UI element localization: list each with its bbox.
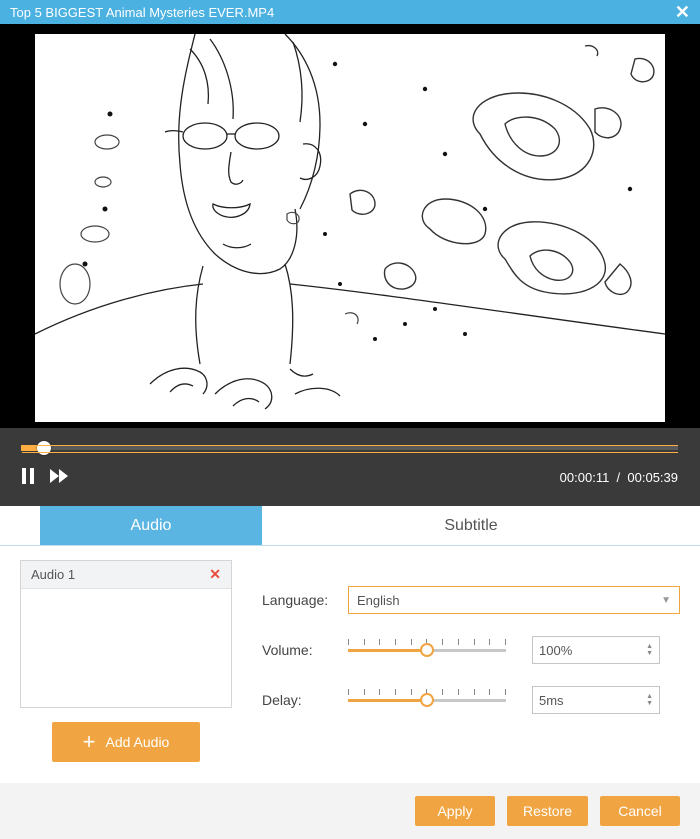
language-select[interactable]: English ▼ bbox=[348, 586, 680, 614]
audio-panel: Audio 1 ✕ + Add Audio Language: English … bbox=[0, 546, 700, 783]
delay-value: 5ms bbox=[539, 693, 564, 708]
volume-label: Volume: bbox=[262, 642, 348, 658]
tab-audio[interactable]: Audio bbox=[40, 506, 262, 545]
delay-slider[interactable] bbox=[348, 690, 506, 710]
pause-icon[interactable] bbox=[22, 468, 36, 487]
action-bar: Apply Restore Cancel bbox=[0, 783, 700, 839]
tab-label: Audio bbox=[131, 517, 172, 535]
close-icon[interactable]: ✕ bbox=[675, 3, 690, 21]
delay-input[interactable]: 5ms ▲▼ bbox=[532, 686, 660, 714]
title-bar: Top 5 BIGGEST Animal Mysteries EVER.MP4 … bbox=[0, 0, 700, 24]
playback-controls: 00:00:11 / 00:05:39 bbox=[0, 428, 700, 506]
list-item[interactable]: Audio 1 ✕ bbox=[21, 561, 231, 589]
fast-forward-icon[interactable] bbox=[50, 469, 70, 486]
delay-label: Delay: bbox=[262, 692, 348, 708]
time-display: 00:00:11 / 00:05:39 bbox=[560, 470, 678, 485]
current-time: 00:00:11 bbox=[560, 470, 610, 485]
time-separator: / bbox=[613, 470, 627, 485]
restore-button[interactable]: Restore bbox=[507, 796, 588, 826]
volume-slider[interactable] bbox=[348, 640, 506, 660]
language-value: English bbox=[357, 593, 400, 608]
audio-track-list: Audio 1 ✕ bbox=[20, 560, 232, 708]
tab-label: Subtitle bbox=[444, 517, 497, 535]
add-audio-label: Add Audio bbox=[106, 734, 170, 750]
video-preview bbox=[0, 24, 700, 428]
plus-icon: + bbox=[83, 731, 96, 753]
chevron-down-icon: ▼ bbox=[661, 595, 671, 606]
window-title: Top 5 BIGGEST Animal Mysteries EVER.MP4 bbox=[10, 5, 274, 20]
tab-subtitle[interactable]: Subtitle bbox=[262, 506, 680, 545]
seek-slider[interactable] bbox=[22, 446, 678, 450]
duration: 00:05:39 bbox=[627, 470, 678, 485]
video-frame bbox=[35, 34, 665, 422]
spinner-icon[interactable]: ▲▼ bbox=[646, 644, 653, 657]
apply-button[interactable]: Apply bbox=[415, 796, 495, 826]
language-label: Language: bbox=[262, 592, 348, 608]
volume-value: 100% bbox=[539, 643, 572, 658]
spinner-icon[interactable]: ▲▼ bbox=[646, 694, 653, 707]
volume-input[interactable]: 100% ▲▼ bbox=[532, 636, 660, 664]
tabs: Audio Subtitle bbox=[0, 506, 700, 546]
cancel-button[interactable]: Cancel bbox=[600, 796, 680, 826]
audio-track-label: Audio 1 bbox=[31, 567, 75, 582]
remove-icon[interactable]: ✕ bbox=[209, 566, 221, 583]
add-audio-button[interactable]: + Add Audio bbox=[52, 722, 200, 762]
